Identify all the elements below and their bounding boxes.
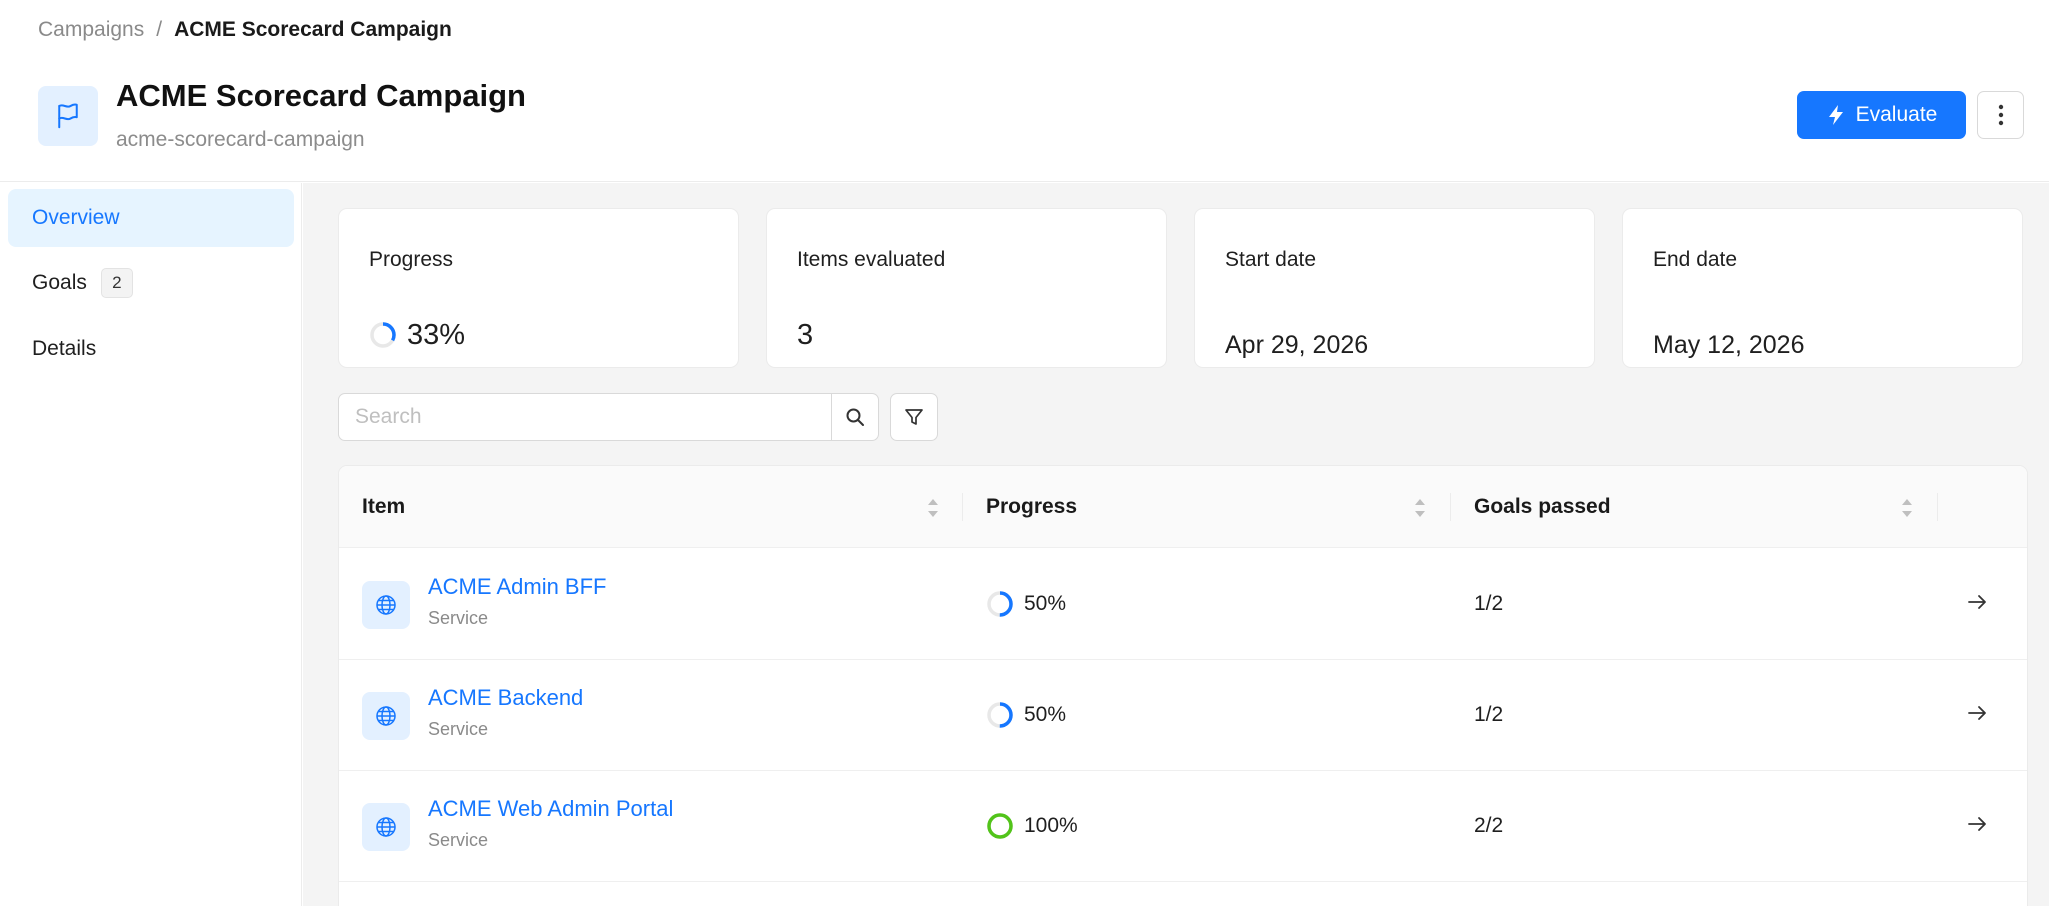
stat-label: Start date: [1225, 248, 1317, 271]
search-button[interactable]: [831, 394, 878, 440]
filter-icon: [905, 409, 923, 425]
arrow-right-icon[interactable]: [1966, 702, 1988, 724]
sidebar-item-details[interactable]: Details: [8, 320, 294, 378]
table-row[interactable]: ACME Backend Service 50% 1/2: [339, 660, 2027, 771]
sidebar-item-goals[interactable]: Goals 2: [8, 254, 294, 312]
table-row[interactable]: ACME Web Admin Portal Service 100% 2/2: [339, 771, 2027, 882]
progress-value: 33%: [369, 318, 465, 352]
item-type: Service: [428, 719, 489, 739]
sort-icon[interactable]: [1413, 495, 1427, 521]
progress-ring-icon: [987, 702, 1013, 728]
sort-icon[interactable]: [926, 495, 940, 521]
item-name-link[interactable]: ACME Admin BFF: [428, 574, 606, 600]
campaign-slug: acme-scorecard-campaign: [116, 128, 365, 151]
search-box: [338, 393, 879, 441]
item-name-link[interactable]: ACME Web Admin Portal: [428, 796, 673, 822]
item-progress-value: 50%: [1024, 592, 1067, 615]
globe-icon: [362, 803, 410, 851]
item-goals-passed: 1/2: [1474, 703, 1504, 726]
stat-label: Progress: [369, 248, 454, 271]
start-date-card: Start date Apr 29, 2026: [1194, 208, 1595, 368]
progress-ring-icon: [370, 322, 396, 348]
globe-icon: [362, 692, 410, 740]
progress-percent: 33%: [407, 319, 466, 351]
breadcrumb-campaigns-link[interactable]: Campaigns: [38, 17, 144, 43]
item-type: Service: [428, 830, 489, 850]
table-header: Item Progress Goals passed: [339, 466, 2027, 548]
items-evaluated-card: Items evaluated 3: [766, 208, 1167, 368]
sidebar-item-overview[interactable]: Overview: [8, 189, 294, 247]
sidebar: Overview Goals 2 Details: [0, 183, 302, 906]
arrow-right-icon[interactable]: [1966, 591, 1988, 613]
page-title: ACME Scorecard Campaign: [116, 78, 526, 113]
progress-ring-icon: [987, 813, 1013, 839]
filter-button[interactable]: [890, 393, 938, 441]
column-divider: [1450, 493, 1451, 521]
globe-icon: [362, 581, 410, 629]
progress-ring-icon: [987, 591, 1013, 617]
item-progress-value: 50%: [1024, 703, 1067, 726]
column-divider: [1937, 493, 1938, 521]
item-name-link[interactable]: ACME Backend: [428, 685, 583, 711]
goals-count-badge: 2: [100, 268, 133, 298]
flag-icon: [38, 86, 98, 146]
column-header-item[interactable]: Item: [362, 466, 405, 548]
item-goals-passed: 1/2: [1474, 592, 1504, 615]
item-progress: 50%: [986, 590, 1066, 618]
sidebar-item-label: Goals: [32, 271, 87, 294]
item-progress: 50%: [986, 701, 1066, 729]
main-content: Progress 33% Items evaluated 3 Start dat…: [303, 183, 2049, 906]
sidebar-item-label: Details: [32, 337, 97, 360]
arrow-right-icon[interactable]: [1966, 813, 1988, 835]
column-header-progress[interactable]: Progress: [986, 466, 1077, 548]
items-table: Item Progress Goals passed ACME Admin BF…: [338, 465, 2028, 906]
breadcrumb-current: ACME Scorecard Campaign: [174, 18, 452, 41]
evaluate-button-label: Evaluate: [1855, 103, 1938, 126]
table-row[interactable]: ACME Admin BFF Service 50% 1/2: [339, 549, 2027, 660]
more-vertical-icon: [1998, 104, 2003, 126]
evaluate-button[interactable]: Evaluate: [1797, 91, 1966, 139]
stat-label: End date: [1653, 248, 1738, 271]
start-date-value: Apr 29, 2026: [1225, 331, 1369, 359]
end-date-card: End date May 12, 2026: [1622, 208, 2023, 368]
lightning-icon: [1828, 105, 1843, 125]
stat-label: Items evaluated: [797, 248, 946, 271]
items-evaluated-value: 3: [797, 319, 814, 351]
sidebar-item-label: Overview: [32, 206, 120, 229]
progress-card: Progress 33%: [338, 208, 739, 368]
item-progress-value: 100%: [1024, 814, 1078, 837]
search-input[interactable]: [339, 394, 831, 440]
item-goals-passed: 2/2: [1474, 814, 1504, 837]
sort-icon[interactable]: [1900, 495, 1914, 521]
end-date-value: May 12, 2026: [1653, 331, 1805, 359]
breadcrumb: Campaigns / ACME Scorecard Campaign: [38, 17, 452, 43]
search-icon: [846, 408, 864, 426]
column-divider: [962, 493, 963, 521]
breadcrumb-separator: /: [156, 18, 163, 41]
more-options-button[interactable]: [1977, 91, 2024, 139]
page-header: Campaigns / ACME Scorecard Campaign ACME…: [0, 0, 2049, 182]
item-progress: 100%: [986, 812, 1078, 840]
item-type: Service: [428, 608, 489, 628]
column-header-goals-passed[interactable]: Goals passed: [1474, 466, 1611, 548]
